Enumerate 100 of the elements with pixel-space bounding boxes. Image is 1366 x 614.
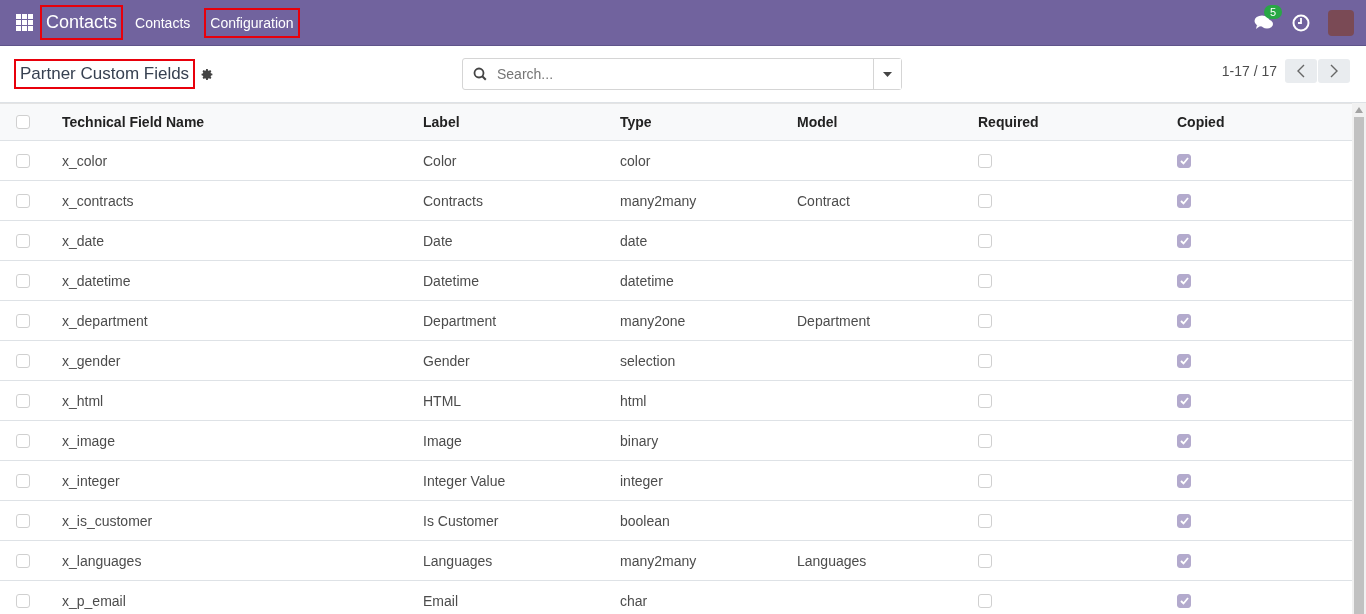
checkbox[interactable] [1177, 353, 1191, 368]
app-name[interactable]: Contacts [40, 5, 124, 40]
table-row[interactable]: x_image Image binary [0, 421, 1352, 461]
table-row[interactable]: x_p_email Email char [0, 581, 1352, 614]
checkbox[interactable] [1177, 193, 1191, 208]
apps-menu-icon[interactable] [16, 13, 34, 32]
table-cell: boolean [620, 512, 670, 529]
checkbox[interactable] [1177, 433, 1191, 448]
checkbox[interactable] [978, 473, 992, 488]
settings-icon[interactable] [201, 67, 215, 81]
table-cell: date [620, 232, 648, 249]
column-header[interactable]: Type [620, 114, 652, 130]
checkbox[interactable] [16, 273, 30, 288]
table-cell: Image [423, 432, 462, 449]
checkbox[interactable] [16, 553, 30, 568]
checkbox[interactable] [978, 433, 992, 448]
column-header[interactable]: Label [423, 114, 460, 130]
search-icon [473, 67, 487, 81]
table-cell: selection [620, 352, 676, 369]
checkbox[interactable] [978, 553, 992, 568]
column-header[interactable]: Technical Field Name [62, 114, 205, 130]
table-row[interactable]: x_integer Integer Value integer [0, 461, 1352, 501]
column-header[interactable]: Model [797, 114, 838, 130]
table-cell: binary [620, 432, 659, 449]
checkbox[interactable] [16, 153, 30, 168]
checkbox[interactable] [1177, 393, 1191, 408]
table-cell: color [620, 152, 651, 169]
checkbox[interactable] [978, 313, 992, 328]
table-cell: datetime [620, 272, 674, 289]
checkbox[interactable] [16, 353, 30, 368]
checkbox[interactable] [16, 233, 30, 248]
checkbox[interactable] [978, 353, 992, 368]
clock-icon[interactable] [1292, 13, 1310, 32]
table-cell: x_html [62, 392, 104, 409]
table-cell: Department [423, 312, 497, 329]
table-row[interactable]: x_department Department many2one Department [0, 301, 1352, 341]
table-cell: Languages [423, 552, 493, 569]
checkbox[interactable] [1177, 153, 1191, 168]
table-cell: x_contracts [62, 192, 134, 209]
table-row[interactable]: x_gender Gender selection [0, 341, 1352, 381]
checkbox[interactable] [978, 193, 992, 208]
search-options-button[interactable] [873, 59, 901, 89]
checkbox[interactable] [16, 473, 30, 488]
checkbox[interactable] [16, 313, 30, 328]
table-cell: many2many [620, 192, 697, 209]
checkbox[interactable] [1177, 473, 1191, 488]
message-count-badge: 5 [1264, 4, 1283, 19]
table-cell: html [620, 392, 647, 409]
table-row[interactable]: x_datetime Datetime datetime [0, 261, 1352, 301]
table-cell: many2one [620, 312, 686, 329]
table-row[interactable]: x_languages Languages many2many Languages [0, 541, 1352, 581]
table-cell: Datetime [423, 272, 480, 289]
table-cell: Color [423, 152, 457, 169]
table-row[interactable]: x_html HTML html [0, 381, 1352, 421]
menu-item[interactable]: Configuration [204, 7, 300, 38]
checkbox[interactable] [16, 115, 30, 129]
table-row[interactable]: x_contracts Contracts many2many Contract [0, 181, 1352, 221]
table-cell: x_image [62, 432, 115, 449]
table-cell: HTML [423, 392, 462, 409]
table-cell: Integer Value [423, 472, 506, 489]
checkbox[interactable] [16, 513, 30, 528]
checkbox[interactable] [978, 273, 992, 288]
table-cell: x_gender [62, 352, 121, 369]
checkbox[interactable] [16, 593, 30, 608]
checkbox[interactable] [978, 393, 992, 408]
checkbox[interactable] [1177, 513, 1191, 528]
previous-page-button[interactable] [1285, 59, 1317, 83]
checkbox[interactable] [978, 513, 992, 528]
menu-item[interactable]: Contacts [129, 7, 197, 38]
user-avatar[interactable] [1328, 9, 1354, 36]
table-cell: Contracts [423, 192, 483, 209]
table-cell: Languages [797, 552, 867, 569]
checkbox[interactable] [16, 193, 30, 208]
column-header[interactable]: Copied [1177, 114, 1225, 130]
table-row[interactable]: x_is_customer Is Customer boolean [0, 501, 1352, 541]
checkbox[interactable] [978, 233, 992, 248]
next-page-button[interactable] [1318, 59, 1350, 83]
search-bar[interactable]: Search... [462, 58, 902, 90]
table-row[interactable]: x_color Color color [0, 141, 1352, 181]
checkbox[interactable] [1177, 233, 1191, 248]
column-header[interactable]: Required [978, 114, 1039, 130]
checkbox[interactable] [1177, 273, 1191, 288]
checkbox[interactable] [16, 393, 30, 408]
table-cell: Department [797, 312, 871, 329]
pager-value[interactable]: 1-17 / 17 [1221, 63, 1277, 79]
checkbox[interactable] [1177, 313, 1191, 328]
table-cell: Email [423, 592, 458, 609]
table-cell: x_p_email [62, 592, 126, 609]
checkbox[interactable] [1177, 553, 1191, 568]
checkbox[interactable] [16, 433, 30, 448]
table-row[interactable]: x_date Date date [0, 221, 1352, 261]
table-cell: Date [423, 232, 453, 249]
scroll-up-arrow-icon[interactable] [1355, 107, 1363, 113]
checkbox[interactable] [978, 153, 992, 168]
caret-icon [883, 71, 892, 77]
table-cell: Contract [797, 192, 850, 209]
scrollbar[interactable] [1352, 103, 1366, 614]
chevron-right-icon [1330, 64, 1338, 78]
checkbox[interactable] [978, 593, 992, 608]
checkbox[interactable] [1177, 593, 1191, 608]
